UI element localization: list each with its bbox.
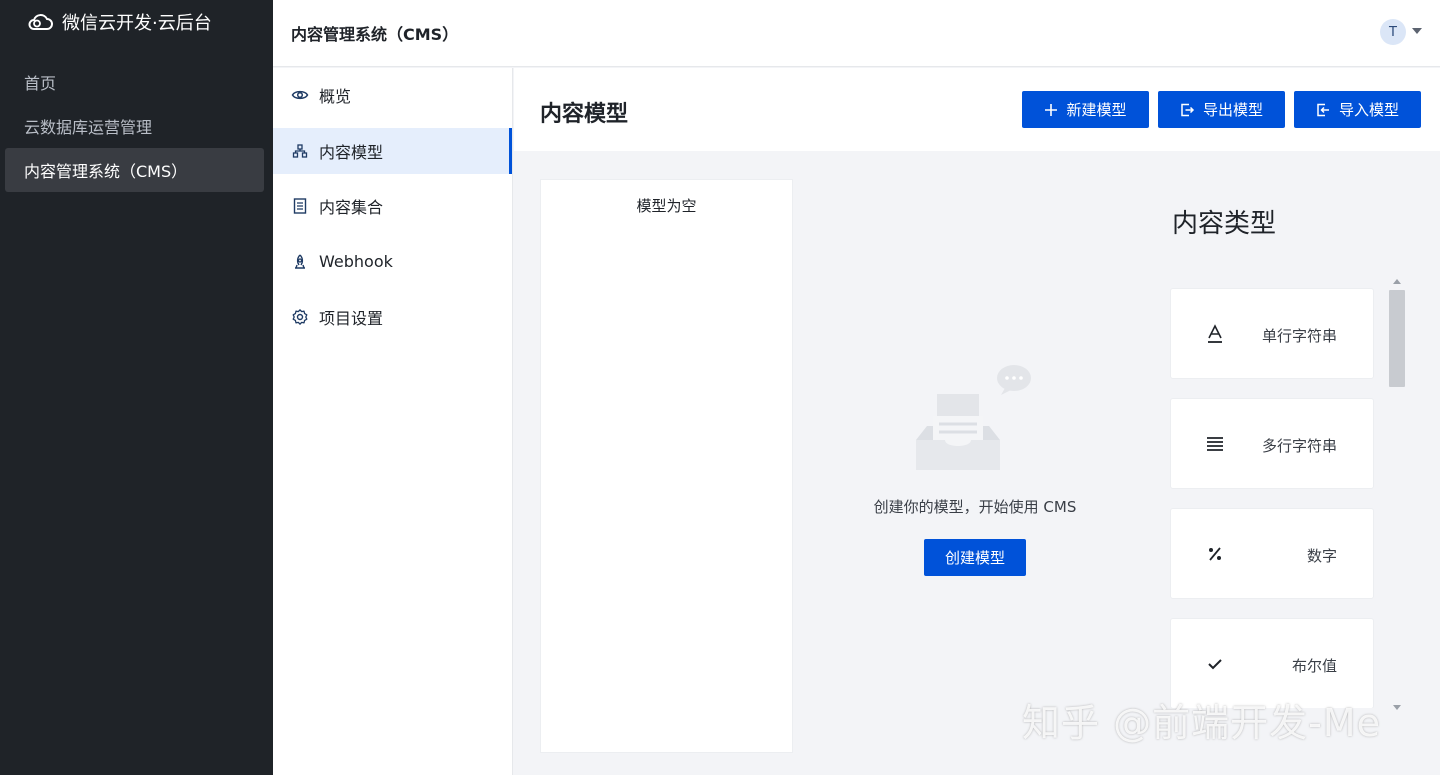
brand[interactable]: 微信云开发·云后台 [0, 0, 273, 44]
import-icon [1316, 103, 1331, 117]
lines-icon [1205, 433, 1225, 455]
header-title: 内容管理系统（CMS） [291, 25, 459, 44]
main-nav: 首页 云数据库运营管理 内容管理系统（CMS） [0, 60, 273, 192]
submenu-item-overview[interactable]: 概览 [273, 72, 512, 118]
check-icon [1205, 653, 1225, 675]
cloud-logo-icon [28, 14, 53, 30]
avatar[interactable]: T [1380, 19, 1406, 45]
content-type-number[interactable]: 数字 [1170, 508, 1374, 599]
import-model-label: 导入模型 [1338, 101, 1399, 119]
watermark: 知乎 @前端开发-Me [1022, 701, 1381, 745]
content-types-list: 单行字符串 多行字符串 数字 布尔值 [1170, 288, 1376, 708]
content-type-label: 布尔值 [1291, 657, 1337, 675]
plus-icon [1044, 103, 1058, 117]
submenu-item-label: 内容集合 [319, 198, 384, 217]
content-types-scrollbar[interactable] [1388, 277, 1406, 715]
content-type-label: 多行字符串 [1261, 437, 1337, 455]
new-model-button[interactable]: 新建模型 [1022, 91, 1149, 128]
submenu-item-label: 概览 [319, 87, 352, 106]
percent-icon [1205, 543, 1225, 565]
create-model-button[interactable]: 创建模型 [924, 539, 1026, 576]
page-title: 内容模型 [540, 102, 629, 127]
document-list-icon [291, 197, 309, 215]
content-type-label: 数字 [1306, 547, 1337, 565]
cms-submenu: 概览 内容模型 内容集合 Webhook 项目设置 [273, 68, 513, 775]
eye-icon [291, 86, 309, 104]
content-types-title: 内容类型 [1172, 209, 1277, 239]
scroll-thumb[interactable] [1389, 290, 1405, 387]
gear-icon [291, 308, 309, 326]
brand-name: 微信云开发·云后台 [62, 13, 212, 34]
submenu-item-label: Webhook [319, 252, 393, 271]
submenu-item-label: 内容模型 [319, 142, 384, 162]
chevron-down-icon[interactable] [1412, 28, 1422, 34]
scroll-down-arrow-icon[interactable] [1393, 705, 1401, 710]
text-a-icon [1205, 323, 1225, 345]
main-sidebar: 微信云开发·云后台 首页 云数据库运营管理 内容管理系统（CMS） [0, 0, 273, 775]
submenu-item-label: 项目设置 [319, 309, 384, 328]
hierarchy-icon [291, 142, 309, 160]
submenu-item-webhook[interactable]: Webhook [273, 239, 512, 285]
sidebar-item-database-ops[interactable]: 云数据库运营管理 [0, 104, 273, 148]
model-list-empty-text: 模型为空 [636, 197, 697, 215]
export-model-label: 导出模型 [1202, 101, 1263, 119]
empty-state-message: 创建你的模型，开始使用 CMS [873, 498, 1077, 516]
content-type-single-line[interactable]: 单行字符串 [1170, 288, 1374, 379]
empty-inbox-icon [916, 365, 1031, 470]
submenu-item-content-collection[interactable]: 内容集合 [273, 183, 512, 229]
top-header: 内容管理系统（CMS） T [273, 0, 1440, 67]
export-model-button[interactable]: 导出模型 [1158, 91, 1285, 128]
submenu-item-project-settings[interactable]: 项目设置 [273, 294, 512, 340]
webhook-icon [291, 253, 309, 271]
submenu-item-content-model[interactable]: 内容模型 [273, 127, 512, 174]
import-model-button[interactable]: 导入模型 [1294, 91, 1421, 128]
content-type-label: 单行字符串 [1261, 327, 1337, 345]
content-type-multi-line[interactable]: 多行字符串 [1170, 398, 1374, 489]
sidebar-item-home[interactable]: 首页 [0, 60, 273, 104]
sidebar-item-cms[interactable]: 内容管理系统（CMS） [5, 148, 264, 192]
scroll-up-arrow-icon[interactable] [1393, 279, 1401, 284]
empty-state: 创建你的模型，开始使用 CMS 创建模型 [830, 360, 1120, 576]
new-model-label: 新建模型 [1066, 101, 1127, 119]
model-list-panel: 模型为空 [540, 179, 793, 753]
export-icon [1180, 103, 1195, 117]
content-header: 内容模型 新建模型 导出模型 导入模型 [514, 68, 1440, 151]
